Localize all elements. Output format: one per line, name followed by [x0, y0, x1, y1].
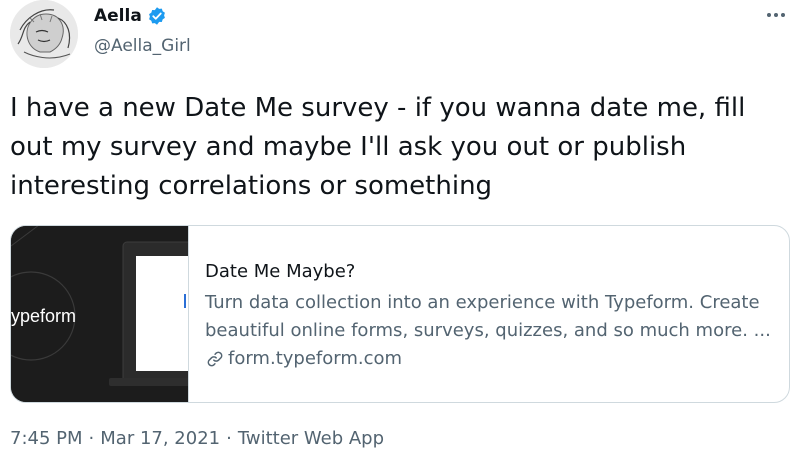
link-icon [205, 349, 225, 369]
card-description-line: Turn data collection into an experience … [205, 292, 760, 313]
avatar-sketch-image [10, 0, 78, 68]
card-thumbnail-brand: ypeform [11, 306, 77, 326]
meta-separator: · [226, 428, 232, 449]
card-title: Date Me Maybe? [205, 261, 356, 282]
more-options-icon[interactable] [761, 4, 791, 26]
display-name[interactable]: Aella [94, 6, 142, 26]
verified-badge-icon [147, 6, 167, 26]
author-handle[interactable]: @Aella_Girl [94, 36, 191, 56]
avatar[interactable] [10, 0, 78, 68]
card-divider [188, 226, 189, 402]
card-description-line: beautiful online forms, surveys, quizzes… [205, 320, 771, 341]
card-domain: form.typeform.com [205, 345, 775, 373]
card-description: Turn data collection into an experience … [205, 289, 775, 345]
tweet-time[interactable]: 7:45 PM [10, 428, 83, 449]
card-thumbnail[interactable]: ypeform [11, 226, 188, 402]
link-preview-card[interactable]: ypeform Date Me Maybe? Turn data collect… [10, 225, 790, 403]
card-body[interactable]: Date Me Maybe? Turn data collection into… [205, 260, 775, 373]
tweet-text: I have a new Date Me survey - if you wan… [10, 93, 746, 201]
tweet-date[interactable]: Mar 17, 2021 [100, 428, 220, 449]
tweet-metadata: 7:45 PM · Mar 17, 2021 · Twitter Web App [10, 428, 384, 449]
tweet-source[interactable]: Twitter Web App [238, 428, 384, 449]
card-domain-text: form.typeform.com [228, 348, 403, 369]
meta-separator: · [88, 428, 95, 449]
